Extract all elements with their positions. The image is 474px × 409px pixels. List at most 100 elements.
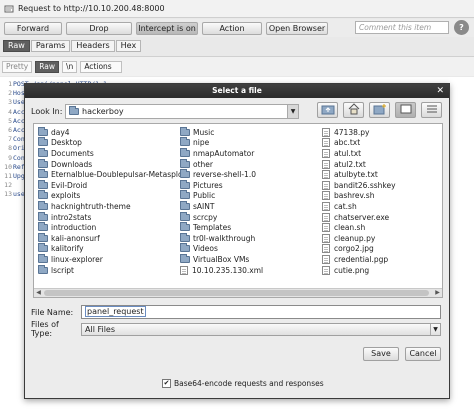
folder-icon bbox=[180, 137, 190, 147]
base64-checkbox[interactable]: ✔ bbox=[162, 379, 171, 388]
file-list-item[interactable]: other bbox=[180, 158, 263, 170]
newline-toggle[interactable]: \n bbox=[62, 60, 78, 73]
file-list-item[interactable]: clean.sh bbox=[322, 222, 396, 233]
look-in-value: hackerboy bbox=[82, 106, 124, 116]
file-list-item-name: reverse-shell-1.0 bbox=[193, 170, 256, 180]
file-list-item[interactable]: scrcpy bbox=[180, 211, 263, 223]
file-list-item[interactable]: tr0l-walkthrough bbox=[180, 232, 263, 244]
line-number: 8 bbox=[8, 144, 12, 153]
file-list-item[interactable]: atul2.txt bbox=[322, 159, 396, 170]
file-list-item[interactable]: corgo2.jpg bbox=[322, 244, 396, 255]
pretty-button[interactable]: Pretty bbox=[2, 60, 33, 73]
help-icon[interactable]: ? bbox=[454, 20, 469, 35]
file-name-input[interactable]: panel_request bbox=[81, 305, 441, 319]
file-list-item-name: VirtualBox VMs bbox=[193, 254, 250, 264]
cancel-button[interactable]: Cancel bbox=[405, 347, 441, 361]
file-list[interactable]: day4 Desktop Documents Downloads Eternalblue… bbox=[33, 123, 443, 298]
file-list-item[interactable]: sAINT bbox=[180, 200, 263, 212]
list-view-button[interactable] bbox=[395, 102, 416, 118]
folder-icon bbox=[180, 169, 190, 179]
tab-params[interactable]: Params bbox=[30, 40, 71, 52]
file-list-item[interactable]: VirtualBox VMs bbox=[180, 253, 263, 265]
file-list-item[interactable]: intro2stats bbox=[38, 211, 188, 223]
file-list-item[interactable]: Pictures bbox=[180, 179, 263, 191]
file-list-item[interactable]: kalitorify bbox=[38, 243, 188, 255]
file-list-item[interactable]: day4 bbox=[38, 126, 188, 138]
action-button[interactable]: Action bbox=[202, 21, 262, 35]
file-list-item[interactable]: bashrev.sh bbox=[322, 191, 396, 202]
file-list-item[interactable]: 47138.py bbox=[322, 127, 396, 138]
file-list-item-name: cat.sh bbox=[334, 201, 357, 211]
file-list-item[interactable]: bandit26.sshkey bbox=[322, 180, 396, 191]
file-list-item[interactable]: Music bbox=[180, 126, 263, 138]
folder-icon bbox=[38, 264, 48, 274]
file-list-item[interactable]: nipe bbox=[180, 137, 263, 149]
file-list-item[interactable]: atulbyte.txt bbox=[322, 169, 396, 180]
new-folder-button[interactable] bbox=[369, 102, 390, 118]
file-list-item[interactable]: Eternalblue-Doublepulsar-Metasploit bbox=[38, 169, 188, 180]
file-list-item[interactable]: cutie.png bbox=[322, 265, 396, 276]
file-list-item[interactable]: Templates bbox=[180, 222, 263, 233]
intercept-toggle-button[interactable]: Intercept is on bbox=[136, 21, 198, 35]
raw-button[interactable]: Raw bbox=[35, 60, 60, 73]
scroll-right-icon[interactable]: ▶ bbox=[433, 289, 442, 297]
folder-icon bbox=[180, 126, 190, 136]
tab-raw[interactable]: Raw bbox=[3, 40, 30, 52]
up-folder-button[interactable] bbox=[317, 102, 338, 118]
file-list-item[interactable]: introduction bbox=[38, 222, 188, 233]
file-list-item[interactable]: chatserver.exe bbox=[322, 212, 396, 223]
scrollbar-thumb[interactable] bbox=[44, 290, 429, 296]
file-list-item-name: 10.10.235.130.xml bbox=[192, 265, 264, 275]
file-list-item[interactable]: nmapAutomator bbox=[180, 147, 263, 159]
folder-icon bbox=[38, 222, 48, 232]
folder-icon bbox=[180, 179, 190, 189]
file-list-item[interactable]: atul.txt bbox=[322, 148, 396, 159]
tab-hex[interactable]: Hex bbox=[115, 40, 142, 52]
file-list-item[interactable]: cleanup.py bbox=[322, 233, 396, 244]
details-view-button[interactable] bbox=[421, 102, 442, 118]
folder-icon bbox=[38, 243, 48, 253]
file-list-item[interactable]: credential.pgp bbox=[322, 254, 396, 265]
line-text: Upg bbox=[13, 172, 25, 180]
file-list-item[interactable]: exploits bbox=[38, 190, 188, 202]
forward-button[interactable]: Forward bbox=[4, 21, 62, 35]
file-list-item[interactable]: kali-anonsurf bbox=[38, 232, 188, 244]
file-list-item[interactable]: Documents bbox=[38, 147, 188, 159]
file-list-item-name: nmapAutomator bbox=[193, 148, 255, 158]
file-list-item[interactable]: 10.10.235.130.xml bbox=[180, 265, 263, 276]
file-list-item-name: nipe bbox=[193, 138, 210, 148]
scroll-left-icon[interactable]: ◀ bbox=[34, 289, 43, 297]
drop-button[interactable]: Drop bbox=[66, 21, 132, 35]
home-button[interactable] bbox=[343, 102, 364, 118]
files-of-type-select[interactable]: All Files ▼ bbox=[81, 322, 441, 336]
base64-option[interactable]: ✔ Base64-encode requests and responses bbox=[162, 379, 324, 388]
file-list-item-name: day4 bbox=[51, 127, 70, 137]
horizontal-scrollbar[interactable]: ◀ ▶ bbox=[34, 288, 442, 297]
file-list-item[interactable]: reverse-shell-1.0 bbox=[180, 169, 263, 180]
file-list-item[interactable]: Evil-Droid bbox=[38, 179, 188, 191]
file-list-item[interactable]: linux-explorer bbox=[38, 253, 188, 265]
tab-headers[interactable]: Headers bbox=[71, 40, 115, 52]
file-list-item[interactable]: abc.txt bbox=[322, 138, 396, 149]
file-list-item-name: atul.txt bbox=[334, 148, 362, 158]
file-list-item[interactable]: Downloads bbox=[38, 158, 188, 170]
chevron-down-icon: ▼ bbox=[430, 323, 440, 335]
actions-dropdown[interactable]: Actions bbox=[80, 60, 123, 73]
open-browser-button[interactable]: Open Browser bbox=[266, 21, 328, 35]
line-text: Acc bbox=[13, 126, 25, 134]
comment-input[interactable]: Comment this item bbox=[355, 21, 449, 34]
file-list-item[interactable]: lscript bbox=[38, 264, 188, 276]
file-list-item[interactable]: Videos bbox=[180, 243, 263, 255]
look-in-combo[interactable]: hackerboy ▼ bbox=[65, 103, 299, 119]
file-list-item[interactable]: Desktop bbox=[38, 137, 188, 149]
line-number: 10 bbox=[4, 162, 12, 171]
save-button[interactable]: Save bbox=[363, 347, 399, 361]
file-list-item[interactable]: cat.sh bbox=[322, 201, 396, 212]
file-list-item[interactable]: Public bbox=[180, 190, 263, 202]
close-icon[interactable]: ✕ bbox=[436, 84, 444, 98]
file-list-item-name: credential.pgp bbox=[334, 254, 389, 264]
line-number: 5 bbox=[8, 116, 12, 125]
file-list-item-name: kali-anonsurf bbox=[51, 233, 100, 243]
folder-icon bbox=[38, 147, 48, 157]
file-list-item[interactable]: hacknightruth-theme bbox=[38, 200, 188, 212]
